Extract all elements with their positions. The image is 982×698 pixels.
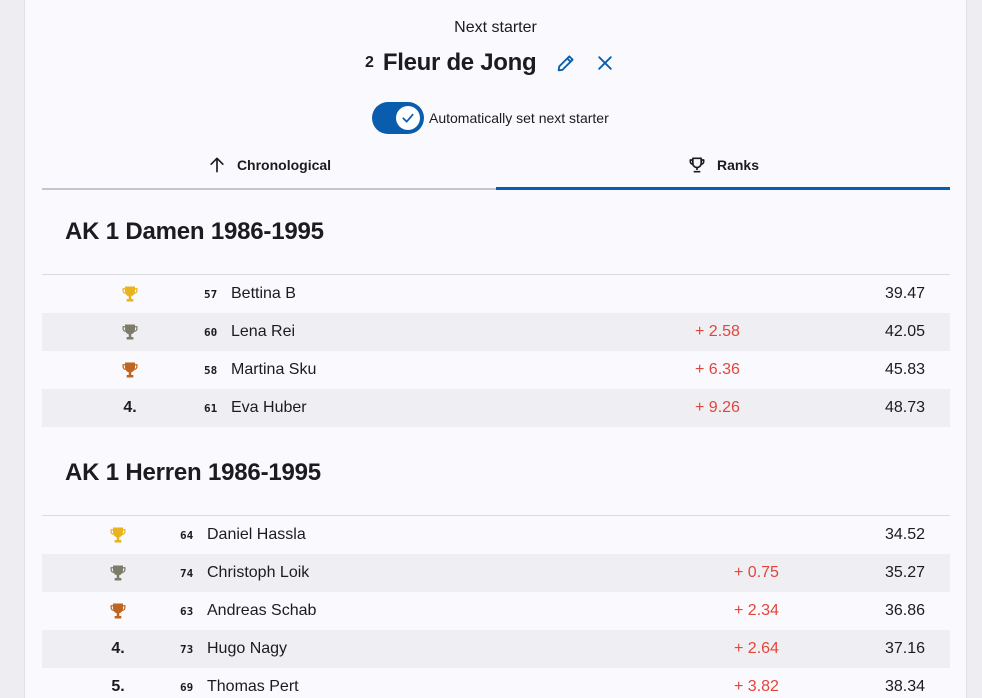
athlete-name: Martina Sku [231,361,317,378]
bronze-trophy-icon [110,351,150,389]
bib-number: 64 [180,528,194,542]
finish-time: 48.73 [884,399,925,416]
bib-number: 61 [204,401,218,415]
starter-name: Fleur de Jong [382,49,537,76]
table-row[interactable]: 64 Daniel Hassla 34.52 [42,516,950,554]
close-icon[interactable] [593,51,617,75]
pencil-icon[interactable] [554,51,578,75]
results-list: 64 Daniel Hassla 34.52 74 Christoph Loik… [42,515,950,698]
results-panel: Next starter 2 Fleur de Jong Automatical… [24,0,967,698]
bib-number: 58 [204,363,218,377]
table-row[interactable]: 63 Andreas Schab + 2.34 36.86 [42,592,950,630]
auto-next-starter-label: Automatically set next starter [429,110,609,126]
time-difference: + 2.64 [734,640,779,657]
silver-trophy-icon [110,313,150,351]
finish-time: 42.05 [884,323,925,340]
time-difference: + 3.82 [734,678,779,695]
table-row[interactable]: 57 Bettina B 39.47 [42,275,950,313]
tab-ranks-label: Ranks [716,157,760,173]
time-difference: + 0.75 [734,564,779,581]
finish-time: 39.47 [884,285,925,302]
gold-trophy-icon [110,275,150,313]
results-section-damen: AK 1 Damen 1986-1995 57 Bettina B 39.47 … [42,212,950,427]
table-row[interactable]: 60 Lena Rei + 2.58 42.05 [42,313,950,351]
finish-time: 34.52 [884,526,925,543]
table-row[interactable]: 74 Christoph Loik + 0.75 35.27 [42,554,950,592]
section-title: AK 1 Herren 1986-1995 [65,459,321,486]
tab-ranks[interactable]: Ranks [496,142,950,190]
table-row[interactable]: 5. 69 Thomas Pert + 3.82 38.34 [42,668,950,698]
silver-trophy-icon [98,554,138,592]
arrow-up-icon [207,155,227,175]
finish-time: 35.27 [884,564,925,581]
finish-time: 38.34 [884,678,925,695]
table-row[interactable]: 4. 61 Eva Huber + 9.26 48.73 [42,389,950,427]
time-difference: + 9.26 [695,399,740,416]
next-starter: 2 Fleur de Jong [365,48,617,78]
table-row[interactable]: 58 Martina Sku + 6.36 45.83 [42,351,950,389]
gold-trophy-icon [98,516,138,554]
results-list: 57 Bettina B 39.47 60 Lena Rei + 2.58 42… [42,274,950,427]
time-difference: + 2.34 [734,602,779,619]
rank-number: 4. [111,640,125,657]
bronze-trophy-icon [98,592,138,630]
bib-number: 69 [180,680,194,694]
athlete-name: Christoph Loik [207,564,310,581]
auto-next-starter-toggle[interactable] [372,102,424,134]
tab-chronological-label: Chronological [236,157,332,173]
tab-chronological[interactable]: Chronological [42,142,496,188]
results-section-herren: AK 1 Herren 1986-1995 64 Daniel Hassla 3… [42,453,950,698]
athlete-name: Hugo Nagy [207,640,288,657]
athlete-name: Bettina B [231,285,296,302]
trophy-icon [687,155,707,175]
bib-number: 73 [180,642,194,656]
section-title: AK 1 Damen 1986-1995 [65,218,324,245]
view-tabs: Chronological Ranks [42,142,950,190]
finish-time: 45.83 [884,361,925,378]
athlete-name: Lena Rei [231,323,296,340]
auto-next-starter-toggle-row: Automatically set next starter [372,102,609,134]
finish-time: 36.86 [884,602,925,619]
table-row[interactable]: 4. 73 Hugo Nagy + 2.64 37.16 [42,630,950,668]
athlete-name: Eva Huber [231,399,307,416]
next-starter-label: Next starter [454,19,537,36]
bib-number: 74 [180,566,194,580]
rank-number: 5. [111,678,125,695]
athlete-name: Andreas Schab [207,602,317,619]
athlete-name: Daniel Hassla [207,526,306,543]
athlete-name: Thomas Pert [207,678,299,695]
check-icon [396,106,420,130]
time-difference: + 2.58 [695,323,740,340]
rank-number: 4. [123,399,137,416]
finish-time: 37.16 [884,640,925,657]
starter-number: 2 [365,54,374,71]
bib-number: 57 [204,287,218,301]
time-difference: + 6.36 [695,361,740,378]
bib-number: 63 [180,604,194,618]
bib-number: 60 [204,325,218,339]
